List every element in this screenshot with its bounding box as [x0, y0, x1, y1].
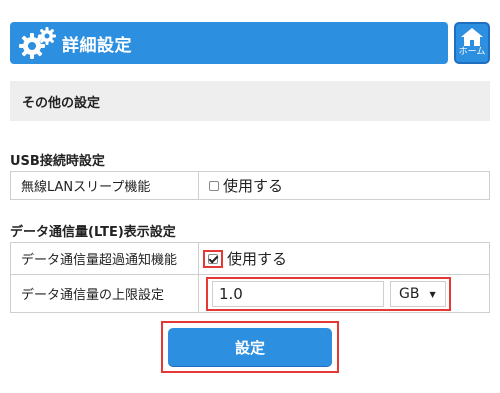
- section-title: その他の設定: [22, 95, 101, 111]
- header-bar: 詳細設定: [10, 22, 448, 64]
- home-icon: [461, 28, 483, 46]
- home-button[interactable]: ホーム: [454, 22, 490, 64]
- lte-group-title: データ通信量(LTE)表示設定: [10, 225, 176, 240]
- table-row: データ通信量超過通知機能 使用する: [10, 242, 490, 275]
- wlan-sleep-checkbox-label[interactable]: 使用する: [223, 177, 283, 195]
- unit-select-value: GB: [399, 286, 420, 302]
- usb-settings-table: 無線LANスリープ機能 使用する: [10, 171, 490, 200]
- data-over-notify-label: データ通信量超過通知機能: [10, 242, 199, 275]
- chevron-down-icon: ▼: [429, 289, 436, 299]
- data-limit-unit-select[interactable]: GB ▼: [390, 281, 446, 307]
- data-limit-input[interactable]: 1.0: [212, 281, 384, 307]
- wlan-sleep-cell: 使用する: [198, 171, 490, 200]
- data-over-notify-cell: 使用する: [198, 242, 490, 275]
- submit-button[interactable]: 設定: [168, 328, 332, 366]
- wlan-sleep-label: 無線LANスリープ機能: [10, 171, 199, 200]
- section-header: その他の設定: [10, 81, 490, 121]
- highlight-box: [203, 249, 223, 268]
- data-limit-value: 1.0: [219, 285, 243, 303]
- data-over-notify-checkbox-label[interactable]: 使用する: [227, 250, 287, 268]
- wlan-sleep-checkbox[interactable]: [209, 180, 219, 191]
- page-title: 詳細設定: [62, 35, 132, 56]
- home-label: ホーム: [458, 47, 486, 57]
- data-limit-label: データ通信量の上限設定: [10, 274, 199, 313]
- highlight-box: 1.0 GB ▼: [206, 277, 451, 311]
- highlight-box: 設定: [161, 321, 339, 373]
- submit-button-label: 設定: [234, 338, 265, 357]
- usb-group-title: USB接続時設定: [10, 154, 105, 169]
- table-row: 無線LANスリープ機能 使用する: [10, 171, 490, 200]
- data-over-notify-checkbox[interactable]: [208, 253, 218, 264]
- gear-icon: [10, 22, 60, 64]
